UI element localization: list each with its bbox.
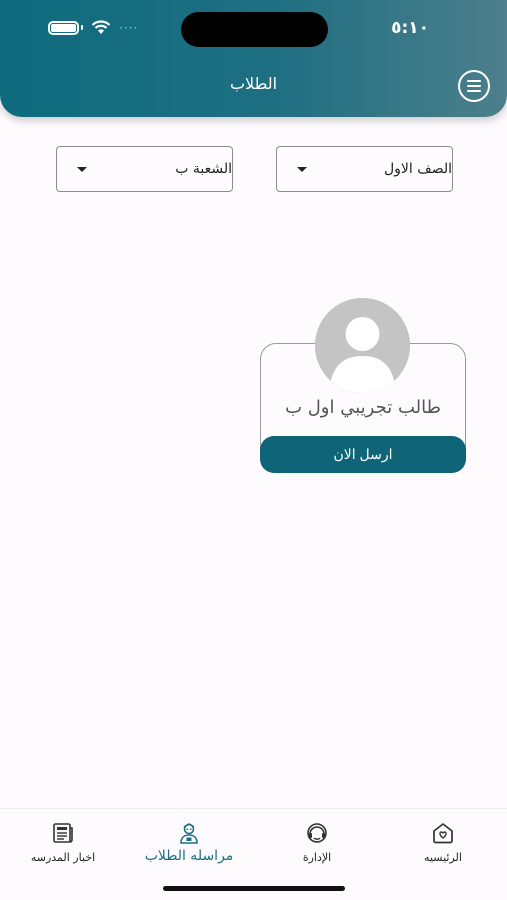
dynamic-island <box>181 12 328 47</box>
wifi-icon <box>91 20 111 34</box>
user-avatar-icon <box>315 298 410 393</box>
cellular-signal-icon: ···· <box>119 20 139 35</box>
nav-label: الإدارة <box>302 851 332 864</box>
section-dropdown[interactable]: الشعبة ب <box>56 146 233 192</box>
nav-label: مراسله الطلاب <box>144 848 234 864</box>
section-dropdown-value: الشعبة ب <box>175 161 232 177</box>
chevron-down-icon <box>297 166 307 172</box>
student-name: طالب تجريبي اول ب <box>285 397 441 418</box>
avatar <box>315 298 410 393</box>
menu-icon <box>467 80 481 82</box>
menu-button[interactable] <box>458 70 490 102</box>
battery-icon <box>48 20 79 35</box>
page-title: الطلاب <box>229 74 278 93</box>
status-icons: ···· <box>48 20 138 35</box>
newspaper-icon <box>53 823 73 843</box>
nav-item-student-messaging[interactable]: مراسله الطلاب <box>134 821 244 864</box>
student-icon <box>180 823 198 844</box>
nav-item-administration[interactable]: الإدارة <box>262 821 372 864</box>
chevron-down-icon <box>77 166 87 172</box>
nav-item-home[interactable]: الرئيسيه <box>388 821 498 864</box>
nav-label: اخبار المدرسه <box>30 851 96 864</box>
app-header: ···· ٥:١٠ الطلاب <box>0 0 507 117</box>
status-time: ٥:١٠ <box>391 18 429 38</box>
home-indicator <box>163 886 345 891</box>
class-dropdown-value: الصف الاول <box>383 161 452 177</box>
class-dropdown[interactable]: الصف الاول <box>276 146 453 192</box>
send-now-button[interactable]: ارسل الان <box>260 436 466 473</box>
nav-item-school-news[interactable]: اخبار المدرسه <box>8 821 118 864</box>
nav-label: الرئيسيه <box>424 851 462 864</box>
home-icon <box>433 823 453 844</box>
headset-icon <box>307 823 327 843</box>
